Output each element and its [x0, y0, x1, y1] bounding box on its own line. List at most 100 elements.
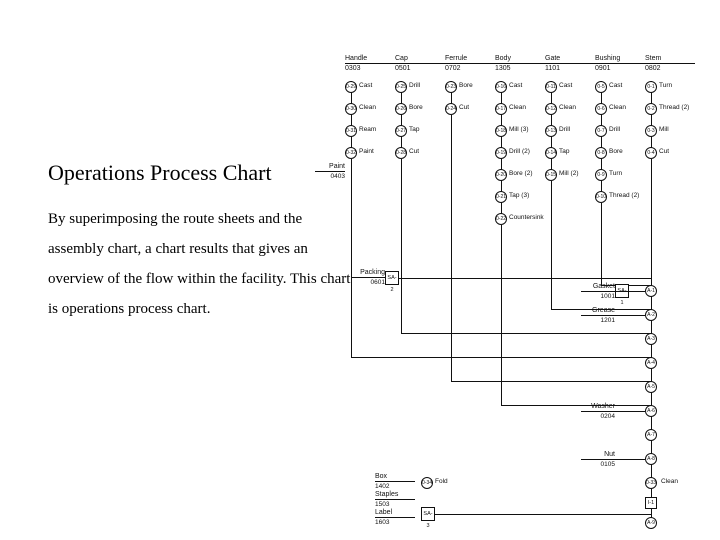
- operation: 0-22Countersink: [495, 213, 545, 225]
- op-circle: 0-5: [595, 81, 607, 93]
- op-label: Bore (2): [509, 170, 532, 177]
- operation: 0-7Drill: [595, 125, 645, 137]
- op-label: Mill (3): [509, 126, 529, 133]
- operation: 0-18Mill (3): [495, 125, 545, 137]
- op-circle: 0-15: [545, 169, 557, 181]
- packing-hline: [399, 278, 651, 279]
- merge-vline: [501, 225, 502, 405]
- column-header: Handle0303: [345, 55, 395, 72]
- op-label: Thread (2): [609, 192, 639, 199]
- feed-annotation: Washer0204: [581, 403, 615, 420]
- op-label: Cast: [359, 82, 372, 89]
- operation: 0-23Bore: [445, 81, 495, 93]
- operation: 0-27Tap: [395, 125, 445, 137]
- op-circle: 0-22: [495, 213, 507, 225]
- op-circle: 0-2: [645, 103, 657, 115]
- operation: 0-13Drill: [545, 125, 595, 137]
- op-label: Turn: [609, 170, 622, 177]
- column-header: Ferrule0702: [445, 55, 495, 72]
- operation: 0-29Cast: [345, 81, 395, 93]
- op-circle: 0-23: [445, 81, 457, 93]
- op-circle: 0-27: [395, 125, 407, 137]
- op-label: Countersink: [509, 214, 544, 221]
- operation: 0-17Clean: [495, 103, 545, 115]
- operation: 0-5Cast: [595, 81, 645, 93]
- operation: 0-19Drill (2): [495, 147, 545, 159]
- feed-annotation: Grease1201: [581, 307, 615, 324]
- operation: 0-28Cut: [395, 147, 445, 159]
- column-header: Cap0501: [395, 55, 445, 72]
- merge-hline: [401, 333, 651, 334]
- op-circle: 0-32: [345, 147, 357, 159]
- assembly-node: A-1: [645, 285, 657, 297]
- op-label: Cut: [659, 148, 669, 155]
- assembly-node: A-6: [645, 405, 657, 417]
- op-circle: 0-10: [595, 191, 607, 203]
- column-header: Bushing0901: [595, 55, 645, 72]
- op-circle: 0-13: [545, 125, 557, 137]
- op-label: Drill: [609, 126, 620, 133]
- operation: 0-31Ream: [345, 125, 395, 137]
- op-label: Bore: [409, 104, 423, 111]
- feed-hline: [615, 411, 645, 412]
- op-label: Drill: [559, 126, 570, 133]
- shipping-item: Box1402: [375, 473, 415, 490]
- operation: 0-4Cut: [645, 147, 695, 159]
- feed-hline: [615, 459, 645, 460]
- column-header: Body1305: [495, 55, 545, 72]
- column-header: Stem0802: [645, 55, 695, 72]
- op-circle: 0-8: [595, 147, 607, 159]
- op-label: Cut: [409, 148, 419, 155]
- operation: 0-16Cast: [495, 81, 545, 93]
- op-circle: 0-11: [545, 81, 557, 93]
- packing-annotation: Packing0601: [351, 269, 385, 286]
- column-footnote: Paint0403: [315, 163, 345, 180]
- merge-vline: [351, 159, 352, 357]
- operation: 0-24Cut: [445, 103, 495, 115]
- feed-hline: [615, 315, 645, 316]
- merge-vline: [601, 203, 602, 285]
- op-label: Cast: [509, 82, 522, 89]
- op-circle: 0-4: [645, 147, 657, 159]
- fold-op: 0-34: [421, 477, 433, 489]
- operation: 0-32Paint: [345, 147, 395, 159]
- op-circle: 0-7: [595, 125, 607, 137]
- fold-label: Fold: [435, 478, 448, 485]
- operation: 0-3Mill: [645, 125, 695, 137]
- assembly-node: A-3: [645, 333, 657, 345]
- op-label: Ream: [359, 126, 376, 133]
- operations-process-chart-diagram: Handle03030-29Cast0-30Clean0-31Ream0-32P…: [345, 55, 705, 525]
- op-circle: 0-31: [345, 125, 357, 137]
- packing-sa: SA-2: [385, 271, 399, 285]
- op-label: Thread (2): [659, 104, 689, 111]
- merge-vline: [551, 181, 552, 309]
- operation: 0-25Drill: [395, 81, 445, 93]
- operation: 0-9Turn: [595, 169, 645, 181]
- op-circle: 0-20: [495, 169, 507, 181]
- op-circle: 0-12: [545, 103, 557, 115]
- operation: 0-8Bore: [595, 147, 645, 159]
- operation: 0-21Tap (3): [495, 191, 545, 203]
- op-circle: 0-30: [345, 103, 357, 115]
- op-circle: 0-21: [495, 191, 507, 203]
- assembly-node: 0-33: [645, 477, 657, 489]
- assembly-node: A-2: [645, 309, 657, 321]
- feed-hline: [615, 291, 645, 292]
- op-label: Clean: [559, 104, 576, 111]
- page-title: Operations Process Chart: [48, 160, 358, 186]
- op-circle: 0-1: [645, 81, 657, 93]
- op-label: Turn: [659, 82, 672, 89]
- operation: 0-11Cast: [545, 81, 595, 93]
- assembly-label: Clean: [661, 478, 678, 485]
- op-circle: 0-28: [395, 147, 407, 159]
- merge-vline: [401, 159, 402, 333]
- op-label: Paint: [359, 148, 374, 155]
- op-circle: 0-18: [495, 125, 507, 137]
- op-label: Clean: [359, 104, 376, 111]
- op-circle: 0-6: [595, 103, 607, 115]
- op-label: Drill (2): [509, 148, 530, 155]
- op-circle: 0-3: [645, 125, 657, 137]
- op-circle: 0-9: [595, 169, 607, 181]
- body-paragraph: By superimposing the route sheets and th…: [48, 204, 358, 324]
- op-label: Drill: [409, 82, 420, 89]
